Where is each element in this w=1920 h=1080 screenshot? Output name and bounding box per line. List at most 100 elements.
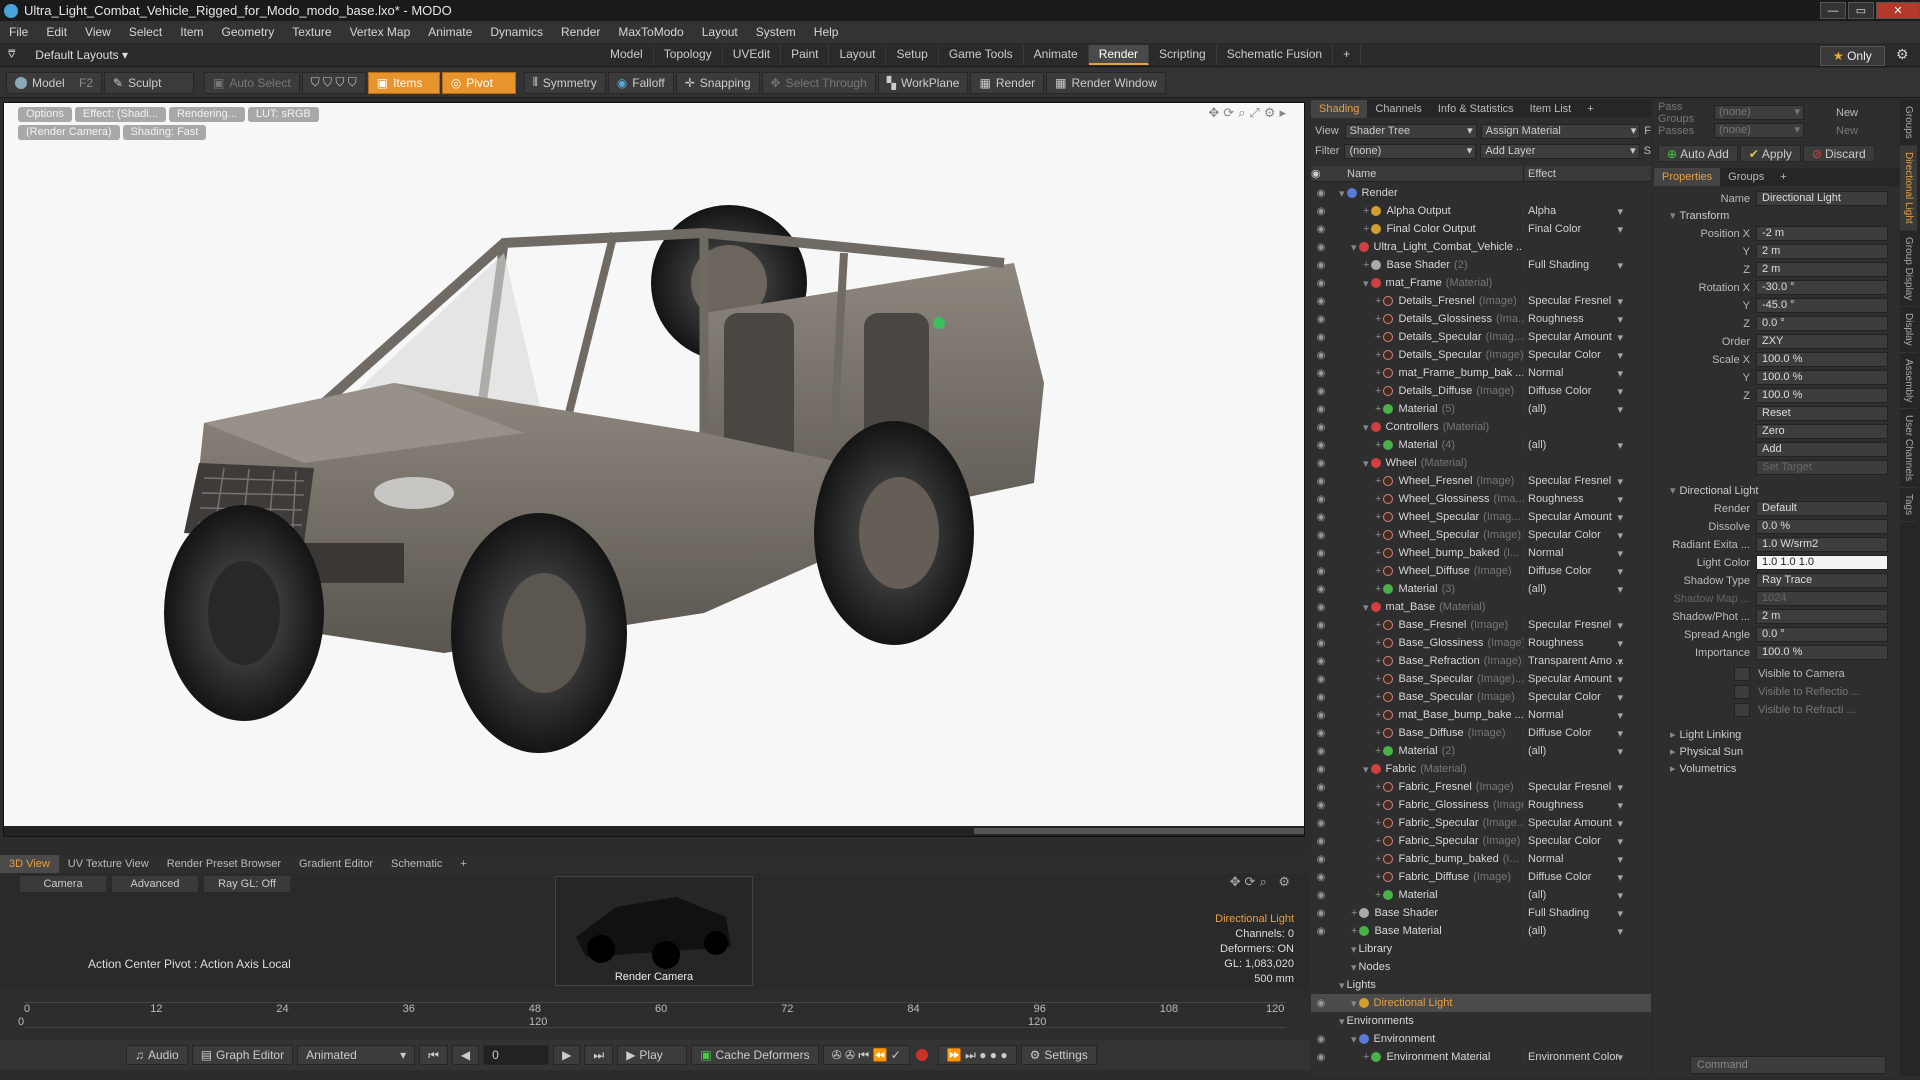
expand-arrow-icon[interactable]: + xyxy=(1375,313,1381,325)
visibility-eye-icon[interactable]: ◉ xyxy=(1311,584,1331,595)
tab-add[interactable]: + xyxy=(1333,45,1362,65)
expand-arrow-icon[interactable]: + xyxy=(1375,853,1381,865)
effect-dropdown[interactable]: Specular Color xyxy=(1523,691,1623,703)
shader-tree-row[interactable]: ◉ + Base_Refraction (Image) Transparent Amo… xyxy=(1311,652,1651,670)
visibility-checkbox[interactable] xyxy=(1734,684,1750,699)
shader-tree-row[interactable]: ◉ ▾ Wheel (Material) xyxy=(1311,454,1651,472)
property-value-field[interactable]: Set Target xyxy=(1756,460,1888,475)
visibility-eye-icon[interactable]: ◉ xyxy=(1311,314,1331,325)
effect-dropdown[interactable]: Normal xyxy=(1523,367,1623,379)
shader-tree-row[interactable]: ◉ ▾ Directional Light xyxy=(1311,994,1651,1012)
menu-item-item[interactable]: Item xyxy=(171,25,212,39)
menu-item-help[interactable]: Help xyxy=(805,25,848,39)
effect-dropdown[interactable]: (all) xyxy=(1523,583,1623,595)
property-value-field[interactable]: Default xyxy=(1756,501,1888,516)
visibility-eye-icon[interactable]: ◉ xyxy=(1311,854,1331,865)
expand-arrow-icon[interactable]: + xyxy=(1363,205,1369,217)
timeline[interactable]: 0 12 24 36 48 60 72 84 96 108 120 0 120 120 xyxy=(0,992,1310,1038)
tab-topology[interactable]: Topology xyxy=(654,45,723,65)
shader-tree-row[interactable]: ◉ + Wheel_Fresnel (Image) Specular Fresnel xyxy=(1311,472,1651,490)
effect-dropdown[interactable]: Environment Color xyxy=(1523,1051,1623,1063)
filter-dropdown[interactable]: (none) xyxy=(1344,143,1477,159)
expand-arrow-icon[interactable]: + xyxy=(1375,871,1381,883)
visibility-eye-icon[interactable]: ◉ xyxy=(1311,926,1331,937)
expand-arrow-icon[interactable]: ▾ xyxy=(1363,277,1369,290)
visibility-eye-icon[interactable]: ◉ xyxy=(1311,620,1331,631)
visibility-eye-icon[interactable]: ◉ xyxy=(1311,458,1331,469)
expand-arrow-icon[interactable]: + xyxy=(1375,889,1381,901)
shader-tree-row[interactable]: ◉ + Fabric_Diffuse (Image) Diffuse Color xyxy=(1311,868,1651,886)
shader-tree-row[interactable]: ◉ + Environment Material Environment Color xyxy=(1311,1048,1651,1064)
shader-tree-row[interactable]: ◉ + Material (all) xyxy=(1311,886,1651,904)
visibility-eye-icon[interactable]: ◉ xyxy=(1311,872,1331,883)
effect-dropdown[interactable]: Specular Fresnel xyxy=(1523,619,1623,631)
visibility-eye-icon[interactable]: ◉ xyxy=(1311,746,1331,757)
menu-item-maxtomodo[interactable]: MaxToModo xyxy=(609,25,692,39)
directional-light-section[interactable]: Directional Light xyxy=(1654,482,1900,499)
visibility-eye-icon[interactable]: ◉ xyxy=(1311,332,1331,343)
tab-scripting[interactable]: Scripting xyxy=(1149,45,1217,65)
effect-dropdown[interactable]: Roughness xyxy=(1523,493,1623,505)
shader-tree-row[interactable]: ▾ Library xyxy=(1311,940,1651,958)
command-input[interactable]: Command xyxy=(1690,1056,1886,1074)
shader-tree-row[interactable]: ◉ + Fabric_Specular (Image... Specular Amou… xyxy=(1311,814,1651,832)
expand-arrow-icon[interactable]: + xyxy=(1375,745,1381,757)
tab-uvedit[interactable]: UVEdit xyxy=(723,45,782,65)
expand-arrow-icon[interactable]: + xyxy=(1375,673,1381,685)
play-button[interactable]: ▶ Play xyxy=(617,1045,688,1065)
effect-dropdown[interactable]: Alpha xyxy=(1523,205,1623,217)
expand-arrow-icon[interactable]: + xyxy=(1375,331,1381,343)
props-tab-groups[interactable]: Groups xyxy=(1720,168,1772,186)
property-value-field[interactable]: 100.0 % xyxy=(1756,645,1888,660)
visibility-eye-icon[interactable]: ◉ xyxy=(1311,404,1331,415)
effect-dropdown[interactable]: Specular Amount xyxy=(1523,817,1623,829)
tab-layout[interactable]: Layout xyxy=(829,45,887,65)
passes-dropdown[interactable]: (none) xyxy=(1714,123,1804,138)
next-frame-button[interactable]: ▶ xyxy=(553,1045,581,1065)
shader-tree-row[interactable]: ◉ + mat_Frame_bump_bak ... Normal xyxy=(1311,364,1651,382)
expand-arrow-icon[interactable]: + xyxy=(1375,691,1381,703)
expand-arrow-icon[interactable]: + xyxy=(1375,781,1381,793)
shader-tree-row[interactable]: ◉ + Fabric_Fresnel (Image) Specular Fresnel xyxy=(1311,778,1651,796)
visibility-eye-icon[interactable]: ◉ xyxy=(1311,836,1331,847)
graph-editor-button[interactable]: ▤ Graph Editor xyxy=(191,1045,294,1065)
shader-tree-row[interactable]: ◉ ▾ mat_Frame (Material) xyxy=(1311,274,1651,292)
tab-animate[interactable]: Animate xyxy=(1024,45,1089,65)
side-tab-user-channels[interactable]: User Channels xyxy=(1900,409,1917,489)
viewport-chip[interactable]: (Render Camera) xyxy=(18,125,120,140)
expand-arrow-icon[interactable]: ▾ xyxy=(1351,943,1357,956)
effect-dropdown[interactable]: Normal xyxy=(1523,709,1623,721)
shader-tree-row[interactable]: ◉ + Base Shader (2) Full Shading xyxy=(1311,256,1651,274)
side-tab-tags[interactable]: Tags xyxy=(1900,488,1917,523)
auto-select-button[interactable]: ▣ Auto Select xyxy=(204,71,300,94)
visibility-checkbox[interactable] xyxy=(1734,666,1750,681)
expand-arrow-icon[interactable]: ▾ xyxy=(1351,997,1357,1010)
viewport-chip[interactable]: Effect: (Shadi... xyxy=(74,107,166,122)
effect-dropdown[interactable]: Roughness xyxy=(1523,799,1623,811)
expand-arrow-icon[interactable]: + xyxy=(1375,403,1381,415)
expand-arrow-icon[interactable]: + xyxy=(1363,1051,1369,1063)
shading-tab-shading[interactable]: Shading xyxy=(1311,100,1368,118)
shader-tree-row[interactable]: ◉ + Wheel_Specular (Imag... Specular Amount xyxy=(1311,508,1651,526)
shader-tree-row[interactable]: ▾ Lights xyxy=(1311,976,1651,994)
property-value-field[interactable]: Ray Trace xyxy=(1756,573,1888,588)
expand-arrow-icon[interactable]: + xyxy=(1363,259,1369,271)
shader-tree-row[interactable]: ◉ + Base_Specular (Image)... Specular Amoun… xyxy=(1311,670,1651,688)
expand-arrow-icon[interactable]: + xyxy=(1375,835,1381,847)
shader-tree-row[interactable]: ▾ Environments xyxy=(1311,1012,1651,1030)
expand-arrow-icon[interactable]: + xyxy=(1375,565,1381,577)
effect-column-header[interactable]: Effect xyxy=(1523,166,1623,181)
visibility-eye-icon[interactable]: ◉ xyxy=(1311,422,1331,433)
cache-deformers-button[interactable]: ▣ Cache Deformers xyxy=(691,1045,819,1065)
property-value-field[interactable]: 0.0 ° xyxy=(1756,316,1888,331)
visibility-eye-icon[interactable]: ◉ xyxy=(1311,494,1331,505)
shader-tree-row[interactable]: ◉ + Material (4) (all) xyxy=(1311,436,1651,454)
props-tab-add[interactable]: + xyxy=(1772,168,1794,186)
tab-game-tools[interactable]: Game Tools xyxy=(939,45,1024,65)
effect-dropdown[interactable]: Normal xyxy=(1523,853,1623,865)
raygl-dropdown[interactable]: Ray GL: Off xyxy=(204,876,290,892)
settings-button[interactable]: ⚙ Settings xyxy=(1020,1045,1097,1065)
expand-arrow-icon[interactable]: + xyxy=(1375,637,1381,649)
select-through-button[interactable]: ✥ Select Through xyxy=(761,71,876,94)
visibility-eye-icon[interactable]: ◉ xyxy=(1311,188,1331,199)
